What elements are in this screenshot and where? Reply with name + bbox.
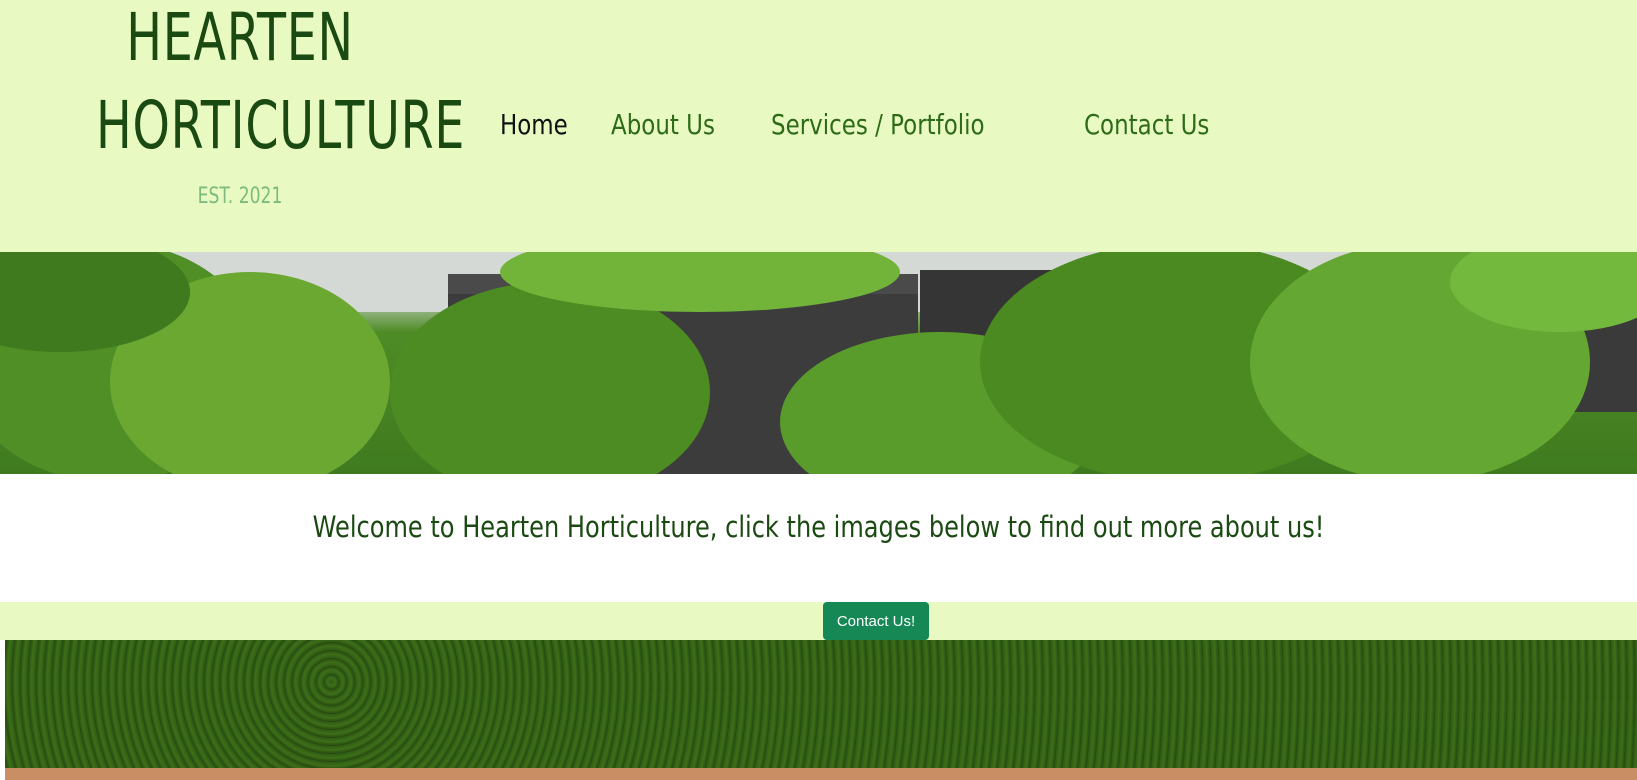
cta-band [0, 602, 1637, 640]
hero-image [0, 252, 1637, 474]
welcome-text: Welcome to Hearten Horticulture, click t… [312, 510, 1325, 544]
site-header: HEARTEN HORTICULTURE EST. 2021 Home Abou… [0, 0, 1637, 252]
contact-us-button[interactable]: Contact Us! [823, 602, 929, 640]
logo-line-1: HEARTEN [126, 0, 354, 76]
logo-line-2: HORTICULTURE [96, 87, 466, 164]
main-nav: Home About Us Services / Portfolio Conta… [500, 108, 1237, 141]
planter-box [5, 768, 1637, 780]
nav-services-portfolio[interactable]: Services / Portfolio [771, 108, 985, 141]
nav-about-us[interactable]: About Us [611, 108, 715, 141]
nav-home[interactable]: Home [500, 108, 568, 141]
hero-planters-illustration [0, 252, 1637, 474]
site-logo[interactable]: HEARTEN HORTICULTURE [40, 0, 466, 170]
nav-contact-us[interactable]: Contact Us [1084, 108, 1209, 141]
established-label: EST. 2021 [197, 184, 283, 209]
hedge-image[interactable] [5, 640, 1637, 780]
welcome-message: Welcome to Hearten Horticulture, click t… [0, 510, 1637, 544]
